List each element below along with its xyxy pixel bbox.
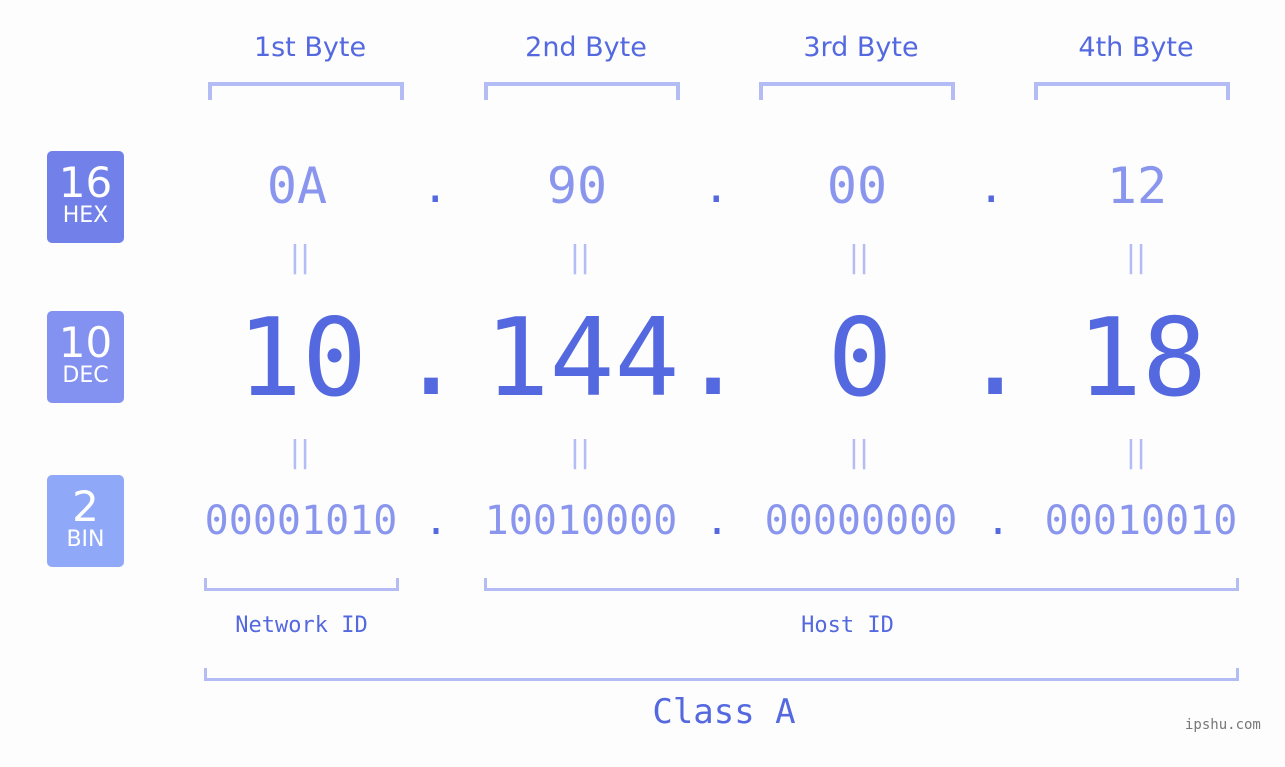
byte-bracket-4 — [1034, 82, 1230, 100]
equals-icon: || — [848, 240, 870, 275]
bin-byte-4: 00010010 — [1044, 498, 1238, 544]
network-id-bracket — [204, 578, 399, 591]
dec-byte-4: 18 — [1076, 296, 1208, 421]
byte-header-4: 4th Byte — [1078, 32, 1194, 63]
hex-byte-4: 12 — [1106, 157, 1168, 215]
bin-byte-2: 10010000 — [484, 498, 678, 544]
dec-badge-base: 10 — [58, 318, 113, 367]
equals-icon: || — [569, 240, 591, 275]
bin-byte-3: 00000000 — [764, 498, 958, 544]
hex-separator-1: . — [422, 162, 449, 213]
hex-byte-2: 90 — [546, 157, 608, 215]
byte-header-1: 1st Byte — [253, 32, 367, 63]
hex-separator-3: . — [978, 162, 1005, 213]
equals-icon: || — [1125, 435, 1147, 470]
dec-byte-3: 0 — [827, 296, 893, 421]
byte-header-2: 2nd Byte — [525, 32, 647, 63]
equals-icon: || — [569, 435, 591, 470]
equals-icon: || — [289, 435, 311, 470]
class-bracket — [204, 668, 1239, 681]
bin-badge-base: 2 — [72, 482, 99, 531]
bin-separator-2: . — [705, 498, 730, 544]
byte-bracket-3 — [759, 82, 955, 100]
hex-badge-label: HEX — [62, 203, 109, 228]
hex-byte-1: 0A — [266, 157, 328, 215]
network-id-label: Network ID — [235, 613, 368, 638]
hex-separator-2: . — [703, 162, 730, 213]
host-id-bracket — [484, 578, 1239, 591]
bin-separator-3: . — [986, 498, 1011, 544]
bin-byte-1: 00001010 — [204, 498, 398, 544]
hex-badge-base: 16 — [58, 158, 113, 207]
byte-bracket-1 — [208, 82, 404, 100]
dec-badge: 10 DEC — [47, 311, 124, 403]
dec-badge-label: DEC — [62, 363, 109, 388]
equals-icon: || — [289, 240, 311, 275]
byte-header-3: 3rd Byte — [803, 32, 919, 63]
bin-badge-label: BIN — [66, 527, 105, 552]
watermark: ipshu.com — [1185, 717, 1261, 733]
hex-badge: 16 HEX — [47, 151, 124, 243]
equals-icon: || — [1125, 240, 1147, 275]
equals-icon: || — [848, 435, 870, 470]
host-id-label: Host ID — [801, 613, 894, 638]
bin-separator-1: . — [424, 498, 449, 544]
bin-badge: 2 BIN — [47, 475, 124, 567]
ip-class-label: Class A — [652, 692, 796, 732]
byte-bracket-2 — [484, 82, 680, 100]
hex-byte-3: 00 — [826, 157, 888, 215]
